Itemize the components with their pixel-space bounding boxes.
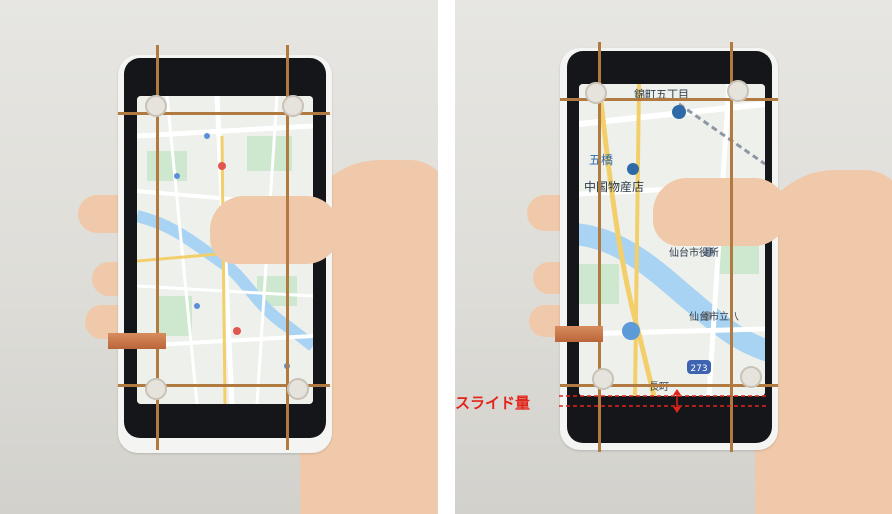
left-corner-clip xyxy=(145,378,167,400)
left-thumb xyxy=(210,196,340,264)
slide-amount-label: スライド量 xyxy=(455,394,531,412)
left-photo xyxy=(0,0,438,514)
slide-amount-marker xyxy=(559,389,767,413)
left-corner-clip xyxy=(287,378,309,400)
panel-divider xyxy=(438,0,455,514)
left-copper-tape xyxy=(108,333,166,349)
left-corner-clip xyxy=(145,95,167,117)
left-corner-clip xyxy=(282,95,304,117)
right-photo: 273 錦町五丁目 五橋 中国物産店 仙台市役所 仙台市立八 長町 xyxy=(455,0,892,514)
